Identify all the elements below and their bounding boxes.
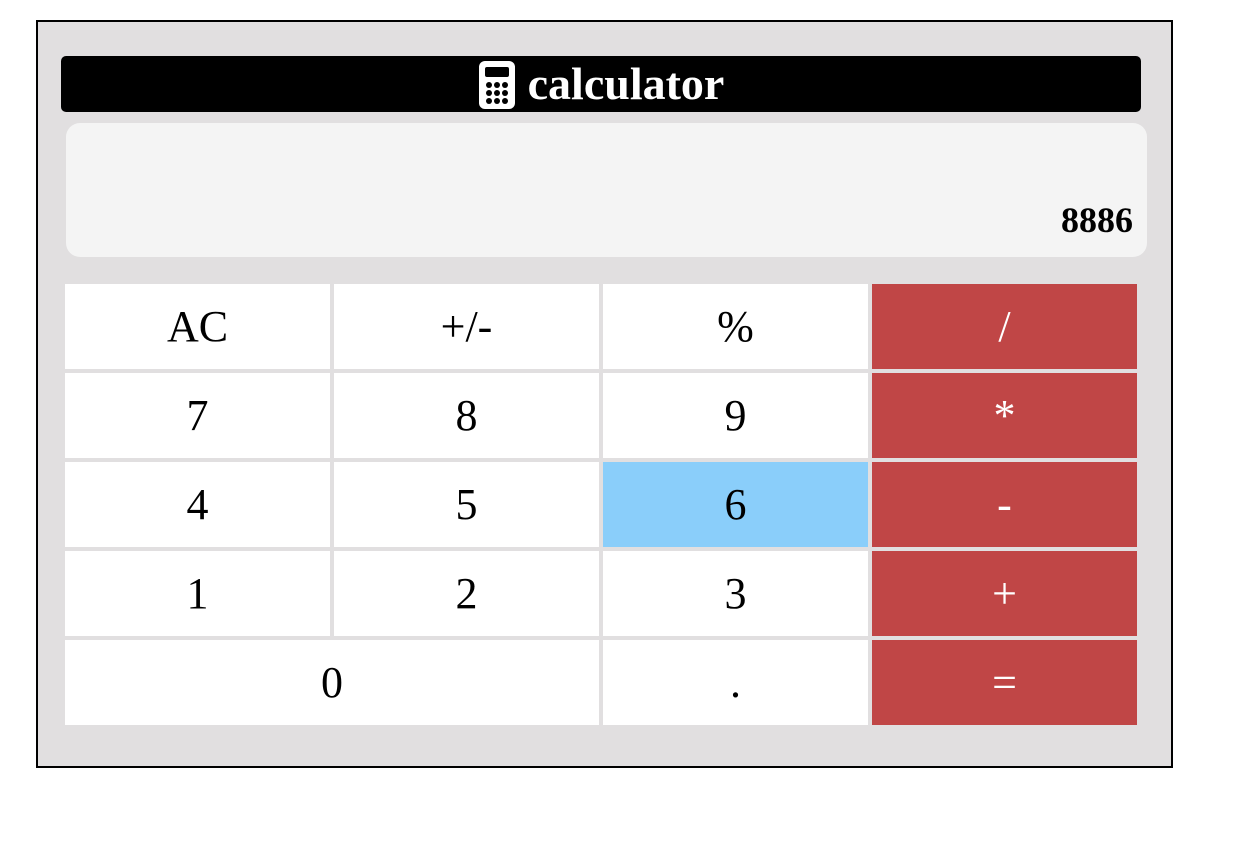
equals-button[interactable]: = xyxy=(872,640,1137,725)
percent-button[interactable]: % xyxy=(603,284,868,369)
result-display: 8886 xyxy=(66,123,1147,257)
digit-9-button[interactable]: 9 xyxy=(603,373,868,458)
digit-5-button[interactable]: 5 xyxy=(334,462,599,547)
sign-toggle-button[interactable]: +/- xyxy=(334,284,599,369)
digit-8-button[interactable]: 8 xyxy=(334,373,599,458)
digit-4-button[interactable]: 4 xyxy=(65,462,330,547)
display-value: 8886 xyxy=(1061,200,1133,240)
digit-3-button[interactable]: 3 xyxy=(603,551,868,636)
digit-7-button[interactable]: 7 xyxy=(65,373,330,458)
title-bar: calculator xyxy=(61,56,1141,112)
clear-button[interactable]: AC xyxy=(65,284,330,369)
digit-0-button[interactable]: 0 xyxy=(65,640,599,725)
divide-button[interactable]: / xyxy=(872,284,1137,369)
decimal-button[interactable]: . xyxy=(603,640,868,725)
calculator-panel: calculator 8886 AC +/- % / 7 8 9 * 4 5 6… xyxy=(36,20,1173,768)
digit-6-button[interactable]: 6 xyxy=(603,462,868,547)
app-title: calculator xyxy=(527,58,725,109)
calculator-icon xyxy=(478,60,516,110)
subtract-button[interactable]: - xyxy=(872,462,1137,547)
multiply-button[interactable]: * xyxy=(872,373,1137,458)
digit-1-button[interactable]: 1 xyxy=(65,551,330,636)
digit-2-button[interactable]: 2 xyxy=(334,551,599,636)
keypad: AC +/- % / 7 8 9 * 4 5 6 - 1 2 3 + 0 . = xyxy=(65,284,1137,725)
add-button[interactable]: + xyxy=(872,551,1137,636)
